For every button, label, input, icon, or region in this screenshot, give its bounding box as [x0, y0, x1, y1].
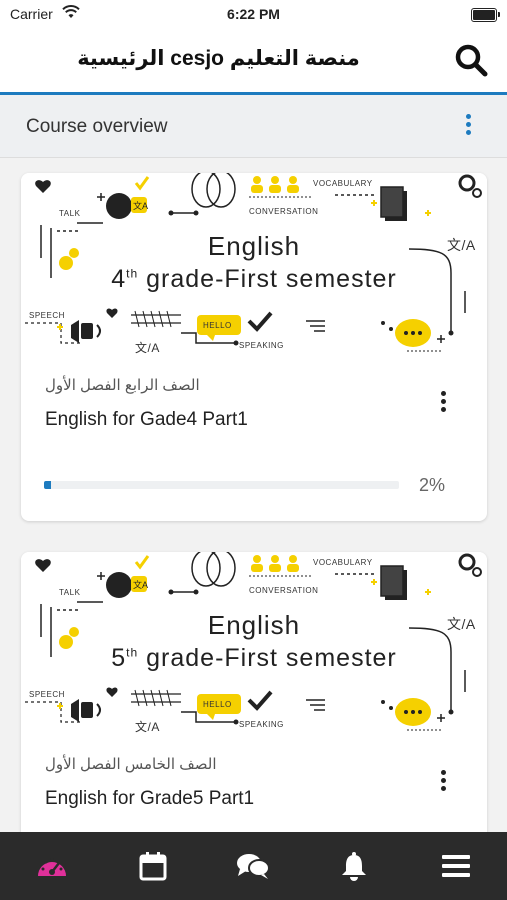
course-name[interactable]: English for Grade5 Part1	[45, 788, 254, 810]
banner-tag-speech: SPEECH	[29, 311, 65, 320]
course-name[interactable]: English for Gade4 Part1	[45, 409, 248, 431]
page-title: الرئيسية cesjo منصة التعليم	[77, 47, 360, 70]
banner-tag-talk: TALK	[59, 588, 81, 597]
banner-title: English	[207, 231, 301, 261]
banner-grade-text: grade-First semester	[146, 265, 397, 293]
course-more-button[interactable]	[439, 388, 447, 415]
clock: 6:22 PM	[227, 6, 280, 22]
banner-tag-vocabulary: VOCABULARY	[313, 179, 373, 188]
more-dot	[440, 407, 446, 412]
overview-more-button[interactable]	[463, 111, 473, 141]
course-card[interactable]: 文A TALK VOCABULARY CONVERSATION 文/A SPEE…	[21, 173, 487, 521]
banner-tag-translate-2: 文/A	[135, 341, 160, 355]
menu-icon	[442, 855, 470, 877]
tab-messages[interactable]	[233, 846, 273, 886]
bottom-tab-bar	[0, 832, 507, 900]
banner-grade-suffix: th	[126, 645, 139, 660]
course-progress-bar	[44, 481, 399, 489]
course-progress-label: 2%	[418, 475, 445, 495]
more-dot	[440, 778, 446, 783]
app-header: الرئيسية cesjo منصة التعليم	[0, 28, 507, 95]
course-overview-label: Course overview	[26, 116, 168, 137]
tab-menu[interactable]	[436, 846, 476, 886]
course-overview-bar: Course overview	[0, 95, 507, 158]
dashboard-icon	[38, 857, 66, 876]
more-dot	[440, 391, 446, 396]
calendar-icon	[139, 852, 167, 881]
more-dot	[440, 770, 446, 775]
banner-grade: 5th grade-First semester	[21, 644, 487, 673]
svg-text:文A: 文A	[133, 200, 148, 211]
messages-icon	[237, 854, 270, 879]
battery-icon	[471, 8, 500, 22]
banner-grade-suffix: th	[126, 266, 139, 281]
course-category: الصف الخامس الفصل الأول	[45, 756, 217, 773]
notifications-icon	[342, 852, 366, 881]
more-dot	[465, 122, 471, 127]
more-dot	[440, 399, 446, 404]
banner-title: English	[207, 610, 301, 640]
course-banner[interactable]: 文A TALK VOCABULARY CONVERSATION 文/A SPEE…	[21, 173, 487, 363]
banner-tag-talk: TALK	[59, 209, 81, 218]
banner-tag-speech: SPEECH	[29, 690, 65, 699]
course-category: الصف الرابع الفصل الأول	[45, 377, 200, 394]
svg-text:文A: 文A	[133, 579, 148, 590]
banner-tag-translate-2: 文/A	[135, 720, 160, 734]
course-banner[interactable]: 文A TALK VOCABULARY CONVERSATION 文/A SPEE…	[21, 552, 487, 742]
banner-grade-text: grade-First semester	[146, 644, 397, 672]
banner-tag-speaking: SPEAKING	[239, 341, 284, 350]
status-bar: Carrier 6:22 PM	[0, 0, 507, 28]
tab-dashboard[interactable]	[32, 846, 72, 886]
search-icon[interactable]	[453, 42, 489, 78]
more-dot	[465, 130, 471, 135]
course-more-button[interactable]	[439, 767, 447, 794]
banner-tag-hello: HELLO	[203, 700, 232, 709]
tab-calendar[interactable]	[133, 846, 173, 886]
banner-tag-vocabulary: VOCABULARY	[313, 558, 373, 567]
banner-tag-hello: HELLO	[203, 321, 232, 330]
banner-tag-speaking: SPEAKING	[239, 720, 284, 729]
more-dot	[440, 786, 446, 791]
banner-tag-conversation: CONVERSATION	[249, 207, 319, 216]
more-dot	[465, 114, 471, 119]
banner-grade-number: 5	[111, 644, 127, 672]
banner-grade-number: 4	[111, 265, 127, 293]
course-card[interactable]: 文A TALK VOCABULARY CONVERSATION 文/A SPEE…	[21, 552, 487, 852]
course-progress-fill	[44, 481, 52, 489]
tab-notifications[interactable]	[334, 846, 374, 886]
banner-tag-conversation: CONVERSATION	[249, 586, 319, 595]
banner-grade: 4th grade-First semester	[21, 265, 487, 294]
